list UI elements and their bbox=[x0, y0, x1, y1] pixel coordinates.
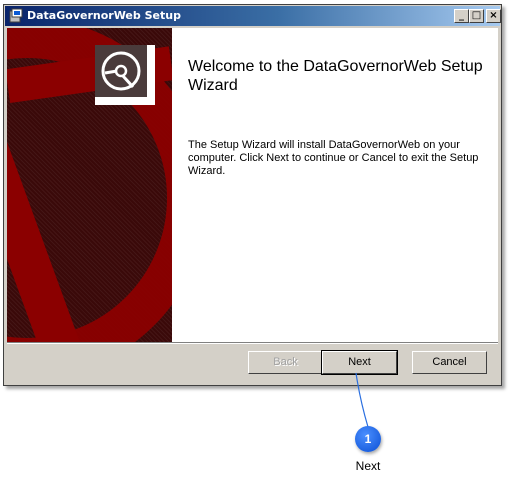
callout-leader-line bbox=[355, 372, 369, 428]
callout-badge: 1 bbox=[355, 426, 381, 452]
callout-label: Next bbox=[355, 459, 381, 473]
